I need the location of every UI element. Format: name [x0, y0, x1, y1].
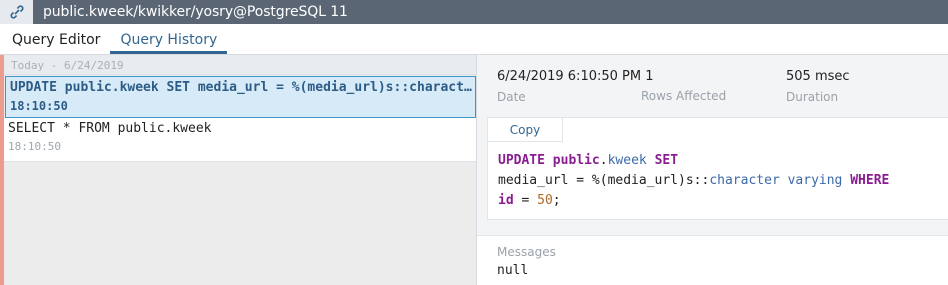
connection-title: public.kweek/kwikker/yosry@PostgreSQL 11 [43, 4, 348, 20]
history-list: Today - 6/24/2019 UPDATE public.kweek SE… [0, 55, 476, 285]
messages-section: Messages null [477, 235, 948, 285]
rows-affected-value: 1 [645, 69, 654, 84]
messages-label: Messages [497, 245, 556, 259]
duration-value: 505 msec [786, 69, 850, 84]
history-entry-time: 18:10:50 [8, 140, 61, 153]
duration-label: Duration [786, 90, 839, 104]
connection-icon [0, 0, 33, 24]
sql-code-panel: Copy UPDATE public.kweek SET media_url =… [487, 117, 948, 220]
history-entry[interactable]: UPDATE public.kweek SET media_url = %(me… [5, 76, 476, 118]
history-entry-query: UPDATE public.kweek SET media_url = %(me… [10, 80, 472, 95]
history-entry-query: SELECT * FROM public.kweek [8, 121, 212, 136]
window-titlebar: public.kweek/kwikker/yosry@PostgreSQL 11 [0, 0, 948, 24]
tab-query-history[interactable]: Query History [110, 24, 228, 54]
copy-button[interactable]: Copy [488, 118, 563, 142]
history-detail-panel: 6/24/2019 6:10:50 PM 1 Date Rows Affecte… [476, 55, 948, 285]
history-group-header: Today - 6/24/2019 [4, 55, 476, 75]
date-value: 6/24/2019 6:10:50 PM 1 [497, 69, 654, 84]
rows-affected-field: Rows Affected [641, 89, 726, 103]
date-field: 6/24/2019 6:10:50 PM 1 Date [497, 69, 654, 104]
messages-value: null [497, 263, 529, 278]
date-label: Date [497, 90, 526, 104]
history-entry[interactable]: SELECT * FROM public.kweek 18:10:50 [4, 118, 476, 162]
history-entry-time: 18:10:50 [10, 99, 68, 113]
rows-affected-label: Rows Affected [641, 89, 727, 103]
tab-bar: Query Editor Query History [0, 24, 948, 55]
tab-query-editor[interactable]: Query Editor [2, 24, 110, 54]
duration-field: 505 msec Duration [786, 69, 850, 104]
sql-code: UPDATE public.kweek SET media_url = %(me… [498, 153, 890, 208]
